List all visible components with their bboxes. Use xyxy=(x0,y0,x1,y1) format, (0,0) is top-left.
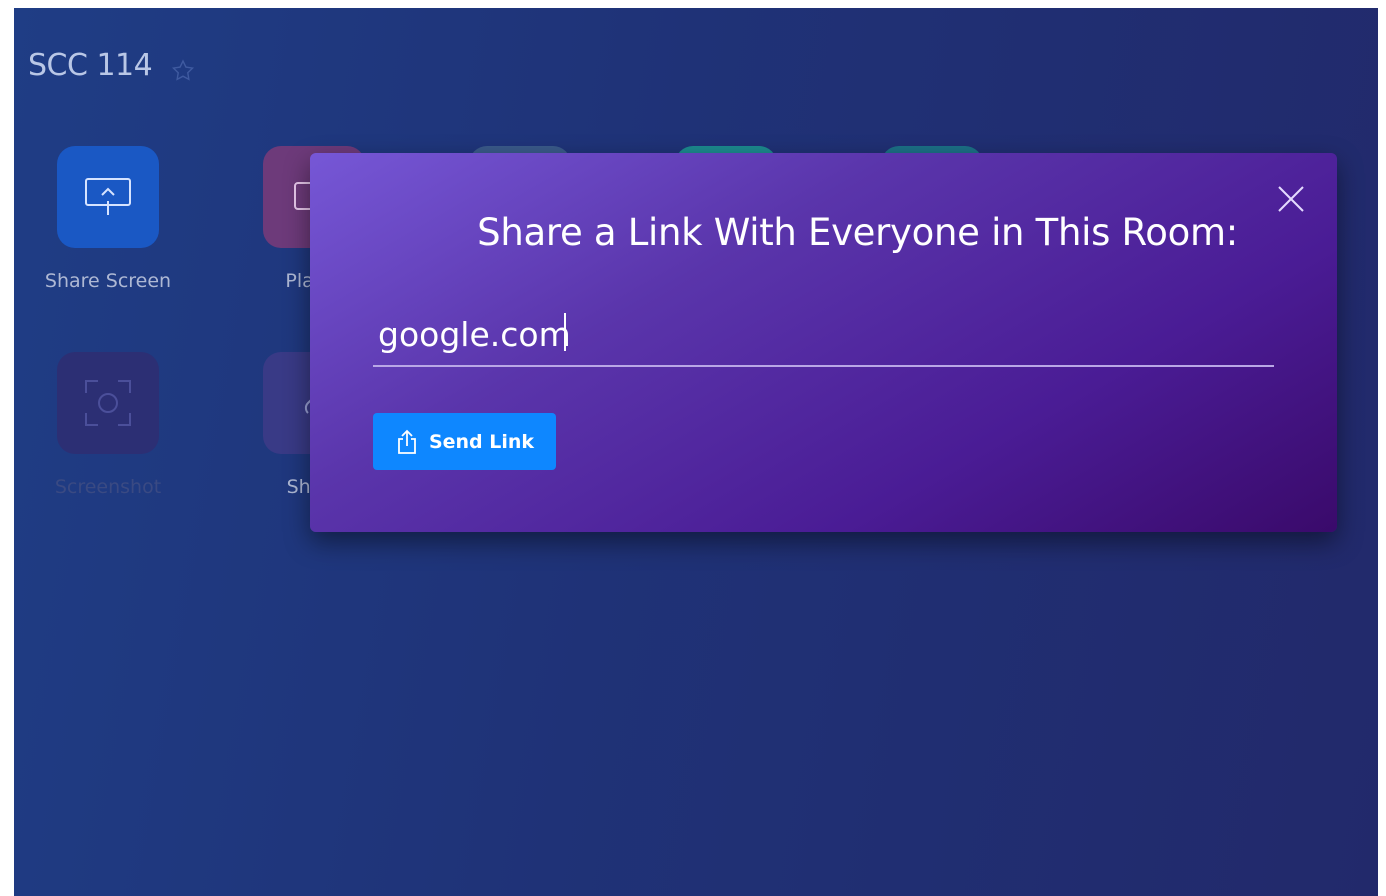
share-screen-label: Share Screen xyxy=(44,270,172,292)
share-link-modal: Share a Link With Everyone in This Room:… xyxy=(310,153,1337,532)
screenshot-icon-box xyxy=(57,352,159,454)
room-page: SCC 114 Share Screen Play Y xyxy=(14,8,1378,896)
room-title: SCC 114 xyxy=(28,48,153,83)
send-link-label: Send Link xyxy=(428,430,535,453)
screenshot-label: Screenshot xyxy=(54,476,162,498)
send-link-button[interactable]: Send Link xyxy=(373,413,556,470)
share-screen-icon-box xyxy=(57,146,159,248)
link-input[interactable] xyxy=(373,303,1274,367)
screenshot-tile[interactable]: Screenshot xyxy=(28,352,188,498)
screen-share-icon xyxy=(85,178,131,215)
modal-title: Share a Link With Everyone in This Room: xyxy=(477,211,1238,254)
text-cursor xyxy=(564,313,566,351)
favorite-star-icon[interactable] xyxy=(170,58,196,84)
upload-share-icon xyxy=(398,429,416,454)
screenshot-icon xyxy=(85,380,131,426)
share-screen-tile[interactable]: Share Screen xyxy=(28,146,188,292)
